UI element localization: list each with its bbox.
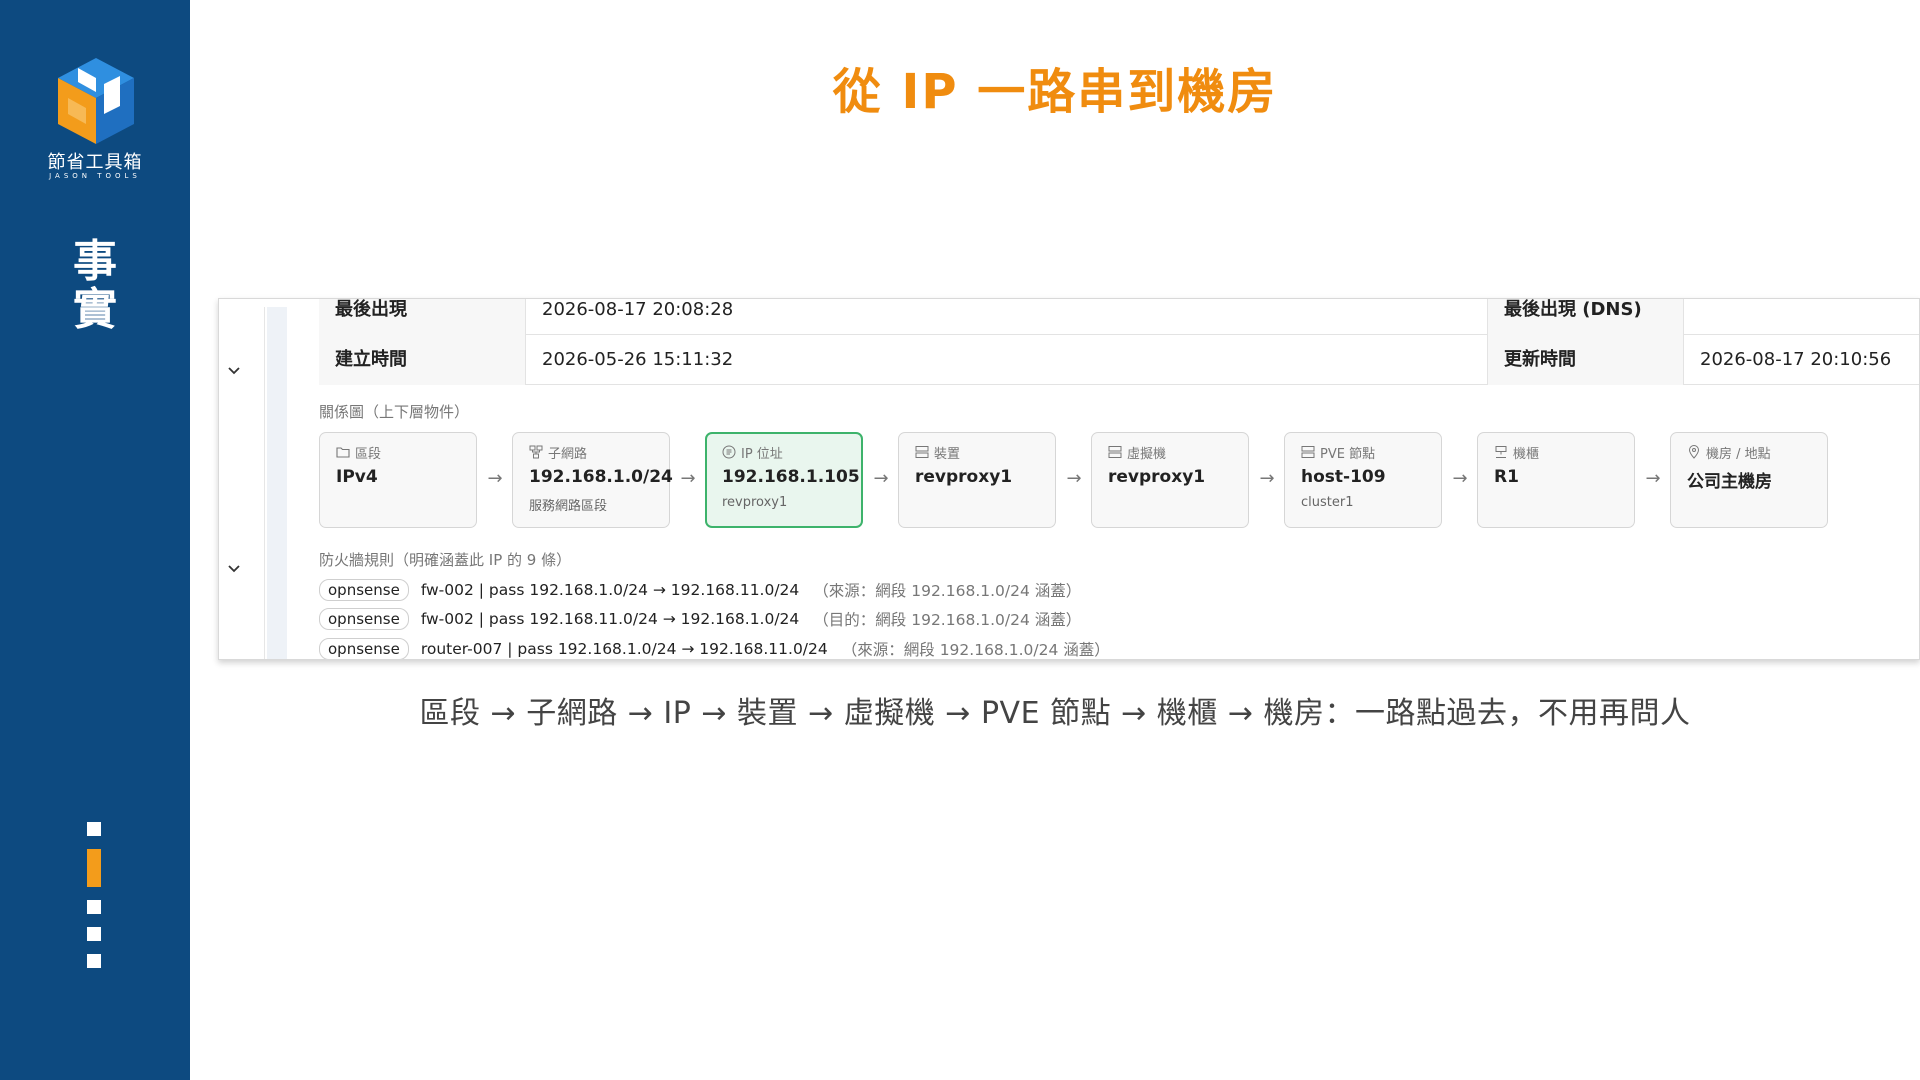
firewall-rule-row[interactable]: opnsense fw-002 | pass 192.168.1.0/24 → … <box>319 578 1081 602</box>
brand-name: 節省工具箱 <box>47 152 143 173</box>
rule-text: fw-002 | pass 192.168.1.0/24 → 192.168.1… <box>420 581 800 599</box>
divider <box>264 307 265 659</box>
node-type-label: 區段 <box>336 443 476 462</box>
node-value: 192.168.1.0/24 <box>529 467 673 487</box>
node-value: revproxy1 <box>1108 467 1206 487</box>
relation-node[interactable]: IP 位址 192.168.1.105 revproxy1 <box>705 432 863 528</box>
field-value: 2026-08-17 20:08:28 <box>525 299 1487 335</box>
relation-node[interactable]: PVE 節點 host-109 cluster1 <box>1284 432 1442 528</box>
firewall-rule-row[interactable]: opnsense router-007 | pass 192.168.1.0/2… <box>319 637 1110 659</box>
network-icon <box>529 445 543 459</box>
updated-time-label: 更新時間 <box>1487 335 1683 385</box>
arrow-right-icon: → <box>1645 468 1661 489</box>
rule-source-tag: opnsense <box>319 638 409 659</box>
node-type-label: 機櫃 <box>1494 443 1634 462</box>
slide-title: 從 IP 一路串到機房 <box>832 64 1278 120</box>
slide-caption: 區段 → 子網路 → IP → 裝置 → 虛擬機 → PVE 節點 → 機櫃 →… <box>419 696 1691 731</box>
relation-chain: 區段 IPv4 → 子網路 192.168.1.0/24 服務網路區段 → IP 位址 192.… <box>319 432 1919 530</box>
firewall-heading: 防火牆規則（明確涵蓋此 IP 的 9 條） <box>319 551 572 569</box>
relation-node[interactable]: 區段 IPv4 <box>319 432 477 528</box>
arrow-right-icon: → <box>487 468 503 489</box>
table-row: 建立時間 2026-05-26 15:11:32 更新時間 2026-08-17… <box>319 335 1919 385</box>
relation-heading: 關係圖（上下層物件） <box>319 403 470 421</box>
node-subtitle: 服務網路區段 <box>529 499 608 514</box>
updated-time-value: 2026-08-17 20:10:56 <box>1683 335 1919 385</box>
folder-icon <box>336 447 350 458</box>
server-icon <box>915 446 929 458</box>
arrow-right-icon: → <box>873 468 889 489</box>
field-value <box>1683 299 1919 335</box>
node-type-label: 裝置 <box>915 443 1055 462</box>
brand-logo-icon <box>58 58 134 144</box>
ip-icon <box>722 445 736 459</box>
node-type-label: 機房 / 地點 <box>1687 443 1827 462</box>
node-value: IPv4 <box>336 467 378 487</box>
node-type-label: 子網路 <box>529 443 669 462</box>
brand-subtitle: JASON TOOLS <box>49 172 141 180</box>
relation-node[interactable]: 子網路 192.168.1.0/24 服務網路區段 <box>512 432 673 528</box>
firewall-rule-row[interactable]: opnsense fw-002 | pass 192.168.11.0/24 →… <box>319 607 1081 631</box>
node-value: R1 <box>1494 467 1519 487</box>
node-subtitle: revproxy1 <box>722 495 788 510</box>
created-time-value: 2026-05-26 15:11:32 <box>525 335 1487 385</box>
node-value: revproxy1 <box>915 467 1013 487</box>
rule-source-tag: opnsense <box>319 608 409 630</box>
node-value: host-109 <box>1301 467 1386 487</box>
info-table: 最後出現 (LibreNMS) 2026-08-17 20:08:28 最後出現… <box>319 299 1919 385</box>
relation-node[interactable]: 裝置 revproxy1 <box>898 432 1056 528</box>
server-icon <box>1301 446 1315 458</box>
field-label: 最後出現 (DNS) <box>1487 299 1683 335</box>
field-label: 最後出現 (LibreNMS) <box>319 299 525 370</box>
progress-step <box>87 900 101 914</box>
location-pin-icon <box>1688 445 1700 459</box>
progress-step <box>87 927 101 941</box>
rule-text: router-007 | pass 192.168.1.0/24 → 192.1… <box>420 640 828 658</box>
node-type-label: PVE 節點 <box>1301 443 1441 462</box>
rule-text: fw-002 | pass 192.168.11.0/24 → 192.168.… <box>420 610 800 628</box>
brand-sidebar: 節省工具箱 JASON TOOLS 事 實 <box>0 0 190 1080</box>
relation-node[interactable]: 機房 / 地點 公司主機房 <box>1670 432 1828 528</box>
collapse-relations-chevron-down-icon[interactable] <box>224 363 244 383</box>
slide-progress <box>87 822 101 981</box>
rule-note: （來源：網段 192.168.1.0/24 涵蓋） <box>813 582 1082 600</box>
progress-step <box>87 954 101 968</box>
created-time-label: 建立時間 <box>319 335 525 385</box>
progress-step <box>87 822 101 836</box>
node-value: 192.168.1.105 <box>722 467 860 487</box>
section-label: 事 實 <box>73 236 117 335</box>
rule-note: （來源：網段 192.168.1.0/24 涵蓋） <box>841 641 1110 659</box>
screenshot-panel: 最後出現 (LibreNMS) 2026-08-17 20:08:28 最後出現… <box>218 298 1920 660</box>
collapse-firewall-chevron-down-icon[interactable] <box>224 561 244 581</box>
indent-bar <box>267 307 287 659</box>
server-icon <box>1108 446 1122 458</box>
arrow-right-icon: → <box>1452 468 1468 489</box>
arrow-right-icon: → <box>1066 468 1082 489</box>
rack-icon <box>1495 446 1507 458</box>
progress-step-active <box>87 849 101 887</box>
node-type-label: IP 位址 <box>722 443 861 462</box>
relation-node[interactable]: 機櫃 R1 <box>1477 432 1635 528</box>
node-type-label: 虛擬機 <box>1108 443 1248 462</box>
table-row: 最後出現 (LibreNMS) 2026-08-17 20:08:28 最後出現… <box>319 299 1919 370</box>
node-subtitle: cluster1 <box>1301 495 1354 510</box>
node-value: 公司主機房 <box>1687 472 1772 492</box>
relation-node[interactable]: 虛擬機 revproxy1 <box>1091 432 1249 528</box>
rule-source-tag: opnsense <box>319 579 409 601</box>
arrow-right-icon: → <box>680 468 696 489</box>
arrow-right-icon: → <box>1259 468 1275 489</box>
rule-note: （目的：網段 192.168.1.0/24 涵蓋） <box>813 611 1082 629</box>
